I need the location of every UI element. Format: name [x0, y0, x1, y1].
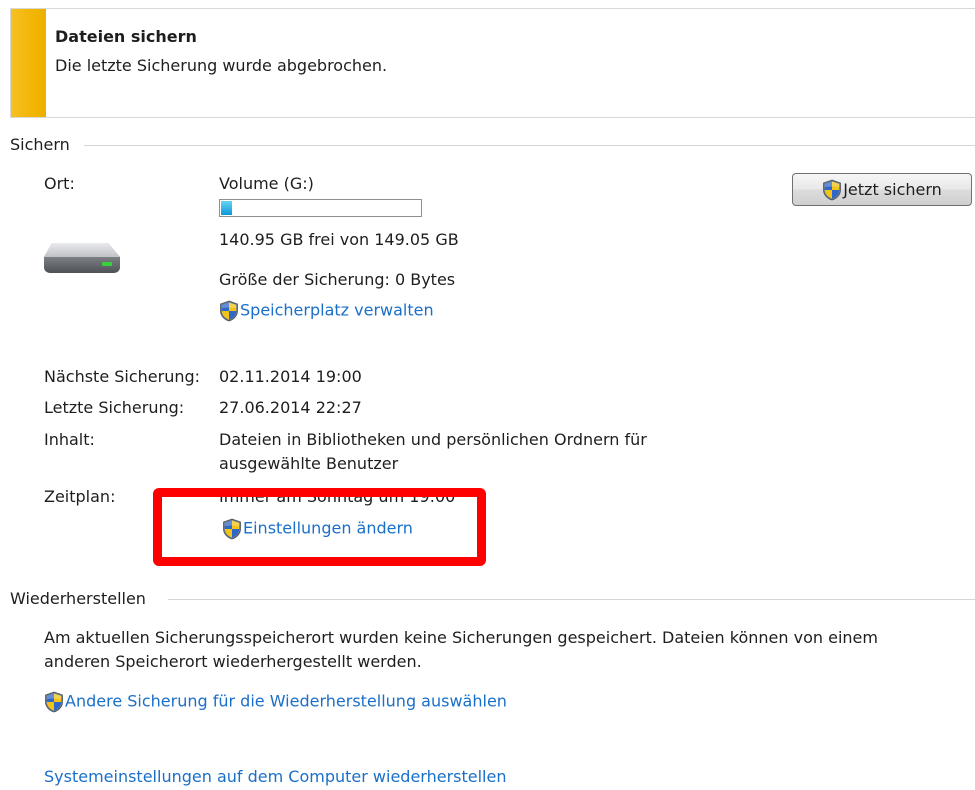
contents-line-1: Dateien in Bibliotheken und persönlichen…: [219, 430, 647, 449]
banner-message: Die letzte Sicherung wurde abgebrochen.: [55, 56, 388, 75]
last-backup-label: Letzte Sicherung:: [44, 398, 185, 417]
contents-line-2: ausgewählte Benutzer: [219, 454, 399, 473]
disk-usage-fill: [221, 201, 232, 215]
last-backup-value: 27.06.2014 22:27: [219, 398, 362, 417]
section-title-restore: Wiederherstellen: [10, 589, 146, 608]
uac-shield-icon: [822, 179, 842, 201]
location-label: Ort:: [44, 174, 75, 193]
free-space-text: 140.95 GB frei von 149.05 GB: [219, 230, 459, 249]
section-divider: [168, 599, 975, 600]
contents-label: Inhalt:: [44, 430, 95, 449]
hard-drive-icon: [42, 235, 122, 277]
warning-stripe: [11, 9, 46, 117]
restore-message-line-1: Am aktuellen Sicherungsspeicherort wurde…: [44, 628, 878, 647]
backup-now-button[interactable]: Jetzt sichern: [792, 173, 972, 206]
banner-title: Dateien sichern: [55, 27, 197, 46]
restore-message-line-2: anderen Speicherort wiederhergestellt we…: [44, 652, 422, 671]
section-title-backup: Sichern: [10, 135, 70, 154]
uac-shield-icon: [219, 300, 239, 322]
backup-now-button-label: Jetzt sichern: [843, 180, 942, 199]
schedule-label: Zeitplan:: [44, 487, 116, 506]
select-other-backup-link[interactable]: Andere Sicherung für die Wiederherstellu…: [44, 691, 507, 713]
uac-shield-icon: [44, 691, 64, 713]
next-backup-label: Nächste Sicherung:: [44, 367, 201, 386]
next-backup-value: 02.11.2014 19:00: [219, 367, 362, 386]
system-restore-link[interactable]: Systemeinstellungen auf dem Computer wie…: [44, 767, 506, 786]
select-other-backup-link-label: Andere Sicherung für die Wiederherstellu…: [65, 691, 507, 711]
highlight-box: [153, 488, 486, 566]
manage-space-link-label: Speicherplatz verwalten: [240, 300, 434, 320]
backup-size-text: Größe der Sicherung: 0 Bytes: [219, 270, 456, 289]
volume-name: Volume (G:): [219, 174, 314, 193]
manage-space-link[interactable]: Speicherplatz verwalten: [219, 300, 434, 322]
section-divider: [84, 145, 975, 146]
disk-usage-bar: [219, 199, 422, 217]
